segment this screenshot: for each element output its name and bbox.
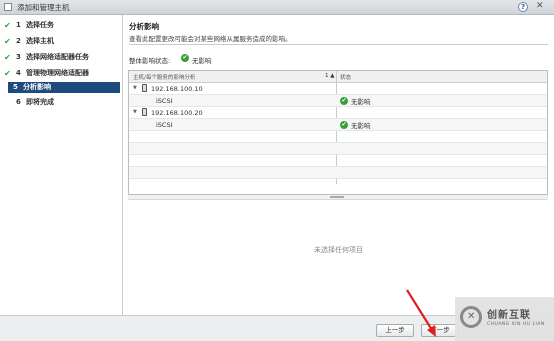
annotation-arrow-line [406,289,433,331]
watermark-subtext: CHUANG XIN HU LIAN [487,322,545,327]
watermark-logo: ✕ 创新互联 CHUANG XIN HU LIAN [455,297,554,341]
watermark-logo-icon: ✕ [460,306,482,328]
watermark-text: 创新互联 [487,310,531,321]
annotation-arrow [406,289,436,337]
annotation-arrow-head [427,325,436,337]
